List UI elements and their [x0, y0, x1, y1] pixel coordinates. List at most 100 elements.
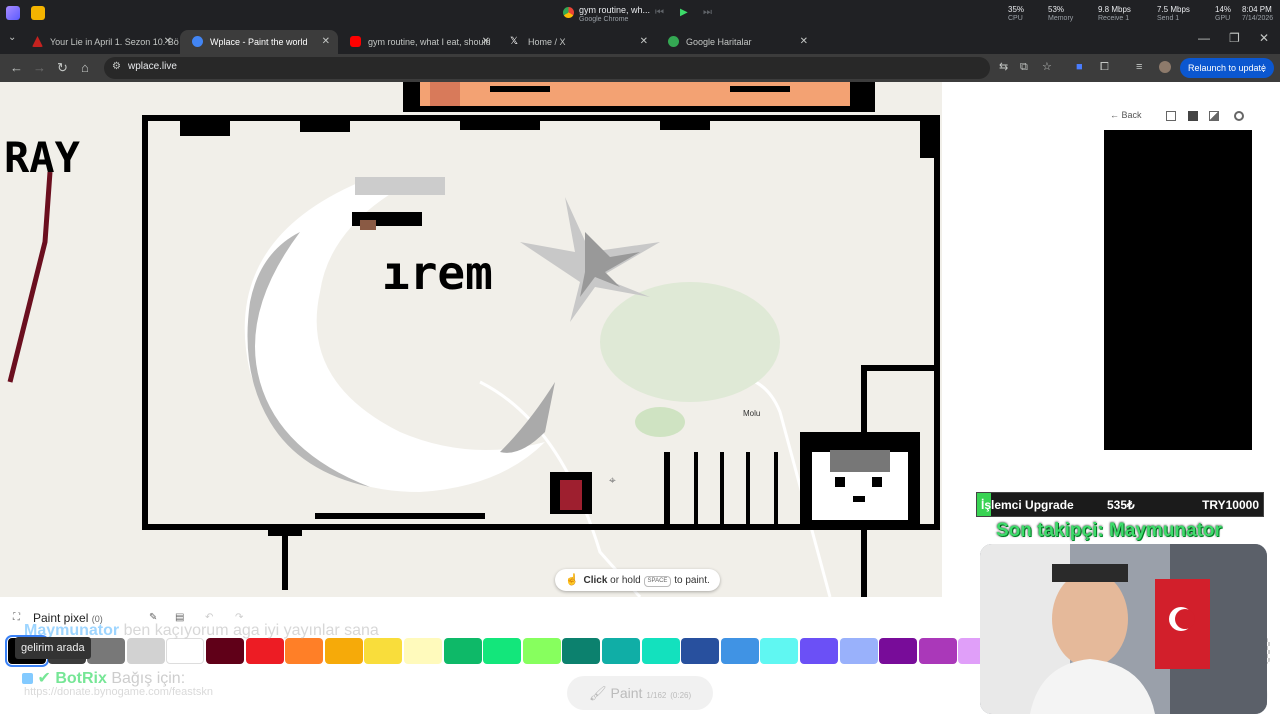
- relaunch-button[interactable]: Relaunch to update ⋮: [1180, 58, 1274, 78]
- color-swatch[interactable]: [404, 638, 442, 664]
- webcam-image: [980, 544, 1267, 714]
- color-swatch[interactable]: [522, 638, 561, 664]
- tab-label: Your Lie in April 1. Sezon 10. Bö: [50, 37, 179, 47]
- translate-icon[interactable]: ⇆: [999, 61, 1011, 73]
- color-swatch[interactable]: [720, 638, 759, 664]
- color-swatch[interactable]: [126, 638, 165, 664]
- layer-icon[interactable]: [1166, 111, 1176, 121]
- donation-goal-bar: İşlemci Upgrade 535₺ TRY10000: [976, 492, 1264, 517]
- tab-label: Wplace - Paint the world: [210, 37, 308, 47]
- map-place-label: Molu: [743, 409, 760, 418]
- color-swatch[interactable]: [641, 638, 680, 664]
- close-tab-icon[interactable]: ✕: [800, 30, 808, 54]
- color-swatch[interactable]: [206, 638, 244, 664]
- color-swatch[interactable]: [87, 638, 126, 664]
- tab-wplace[interactable]: Wplace - Paint the world ✕: [180, 30, 338, 54]
- send-stat: 7.5 Mbps Send 1: [1157, 5, 1190, 22]
- gpu-stat: 14% GPU: [1215, 5, 1232, 22]
- image-icon[interactable]: [1209, 111, 1219, 121]
- clock[interactable]: 8:04 PM 7/14/2026: [1242, 5, 1273, 23]
- color-swatch[interactable]: [324, 638, 363, 664]
- youtube-icon: [350, 36, 361, 47]
- close-window-icon[interactable]: ✕: [1259, 31, 1269, 45]
- color-swatch[interactable]: [245, 638, 284, 664]
- paint-hint: ☝ Click or hold SPACE to paint.: [555, 569, 720, 591]
- close-tab-icon[interactable]: ✕: [640, 30, 648, 54]
- verified-icon: ✔: [37, 670, 51, 687]
- extension-shield-icon[interactable]: ■: [1076, 61, 1088, 73]
- pixel-map[interactable]: ırem RAY Molu ⌖: [0, 82, 942, 597]
- tab-your-lie-in-april[interactable]: Your Lie in April 1. Sezon 10. Bö ✕: [20, 30, 180, 54]
- address-bar: ← → ↻ ⌂ ⚙ wplace.live ⇆ ⧉ ☆ ■ ⧠ ≡ Relaun…: [0, 54, 1280, 82]
- home-icon[interactable]: ⌂: [81, 60, 89, 76]
- color-swatch[interactable]: [760, 638, 799, 664]
- color-swatch[interactable]: [839, 638, 878, 664]
- color-swatch[interactable]: [918, 638, 957, 664]
- chat-tooltip: gelirim arada: [15, 637, 91, 659]
- color-swatch[interactable]: [879, 638, 918, 664]
- color-swatch[interactable]: [443, 638, 482, 664]
- forward-icon[interactable]: →: [33, 60, 46, 76]
- tab-search-icon[interactable]: ⌄: [8, 32, 16, 43]
- reading-list-icon[interactable]: ≡: [1136, 61, 1148, 73]
- tab-label: Home / X: [528, 37, 566, 47]
- bot-badge-icon: [22, 673, 33, 684]
- tab-favicon-icon: [32, 36, 43, 47]
- tab-favicon-icon: [192, 36, 203, 47]
- tab-gym-routine[interactable]: gym routine, what I eat, should ✕: [338, 30, 498, 54]
- space-key-badge: SPACE: [643, 576, 672, 587]
- canvas-left-text: RAY: [4, 133, 81, 182]
- google-icon: [668, 36, 679, 47]
- folder-icon[interactable]: [31, 6, 45, 20]
- minimize-icon[interactable]: —: [1198, 31, 1210, 45]
- square-icon[interactable]: [1188, 111, 1198, 121]
- tab-label: gym routine, what I eat, should: [368, 37, 491, 47]
- color-swatch[interactable]: [562, 638, 601, 664]
- system-bar: gym routine, wh... Google Chrome ⏮ ▶ ⏭ 3…: [0, 0, 1280, 28]
- color-swatch[interactable]: [166, 638, 205, 664]
- color-swatch[interactable]: [364, 638, 403, 664]
- reload-icon[interactable]: ↻: [57, 60, 68, 76]
- close-tab-icon[interactable]: ✕: [322, 30, 330, 54]
- chrome-icon[interactable]: [563, 7, 574, 18]
- media-play-icon[interactable]: ▶: [680, 7, 688, 18]
- close-tab-icon[interactable]: ✕: [482, 30, 490, 54]
- back-icon[interactable]: ←: [10, 60, 23, 76]
- media-prev-icon[interactable]: ⏮: [655, 7, 664, 18]
- chat-message-2: ✔ BotRix Bağış için:: [22, 668, 185, 688]
- tab-x-home[interactable]: 𝕏 Home / X ✕: [498, 30, 656, 54]
- site-info-icon[interactable]: ⚙: [112, 61, 121, 72]
- share-icon[interactable]: ⧉: [1020, 61, 1032, 73]
- canvas-pixel-text: ırem: [382, 246, 493, 300]
- color-swatch[interactable]: [602, 638, 640, 664]
- palette-icon[interactable]: [1234, 111, 1244, 121]
- webcam-feed: K6: [980, 544, 1267, 714]
- color-swatch[interactable]: [800, 638, 838, 664]
- paint-brush-icon: 🖌: [588, 685, 607, 701]
- color-swatch[interactable]: [285, 638, 324, 664]
- cpu-stat: 35% CPU: [1008, 5, 1025, 22]
- color-swatch[interactable]: [483, 638, 522, 664]
- map-canvas[interactable]: ırem RAY Molu ⌖: [0, 82, 942, 597]
- profile-avatar-icon[interactable]: [1159, 61, 1171, 73]
- black-canvas-area: [1104, 130, 1252, 450]
- bookmark-star-icon[interactable]: ☆: [1042, 61, 1054, 73]
- paint-button[interactable]: 🖌 Paint 1/162 (0:26): [567, 676, 713, 710]
- omnibox[interactable]: ⚙ wplace.live: [104, 57, 990, 79]
- collapse-icon[interactable]: ⛶: [13, 612, 20, 623]
- app-launcher-icon[interactable]: [6, 6, 20, 20]
- tab-google-maps[interactable]: Google Haritalar ✕: [656, 30, 816, 54]
- url-text[interactable]: wplace.live: [128, 61, 177, 72]
- tab-label: Google Haritalar: [686, 37, 752, 47]
- maximize-icon[interactable]: ❐: [1229, 31, 1240, 45]
- pointer-icon: ☝: [565, 574, 579, 586]
- chat-message-3: https://donate.bynogame.com/feastskn: [24, 686, 213, 698]
- close-tab-icon[interactable]: ✕: [164, 30, 172, 54]
- back-button[interactable]: ← Back: [1110, 110, 1142, 120]
- extensions-icon[interactable]: ⧠: [1100, 61, 1112, 73]
- media-next-icon[interactable]: ⏭: [703, 7, 712, 18]
- receive-stat: 9.8 Mbps Receive 1: [1098, 5, 1131, 22]
- back-panel: ← Back: [1098, 104, 1254, 128]
- window-title[interactable]: gym routine, wh... Google Chrome: [579, 5, 650, 25]
- color-swatch[interactable]: [681, 638, 720, 664]
